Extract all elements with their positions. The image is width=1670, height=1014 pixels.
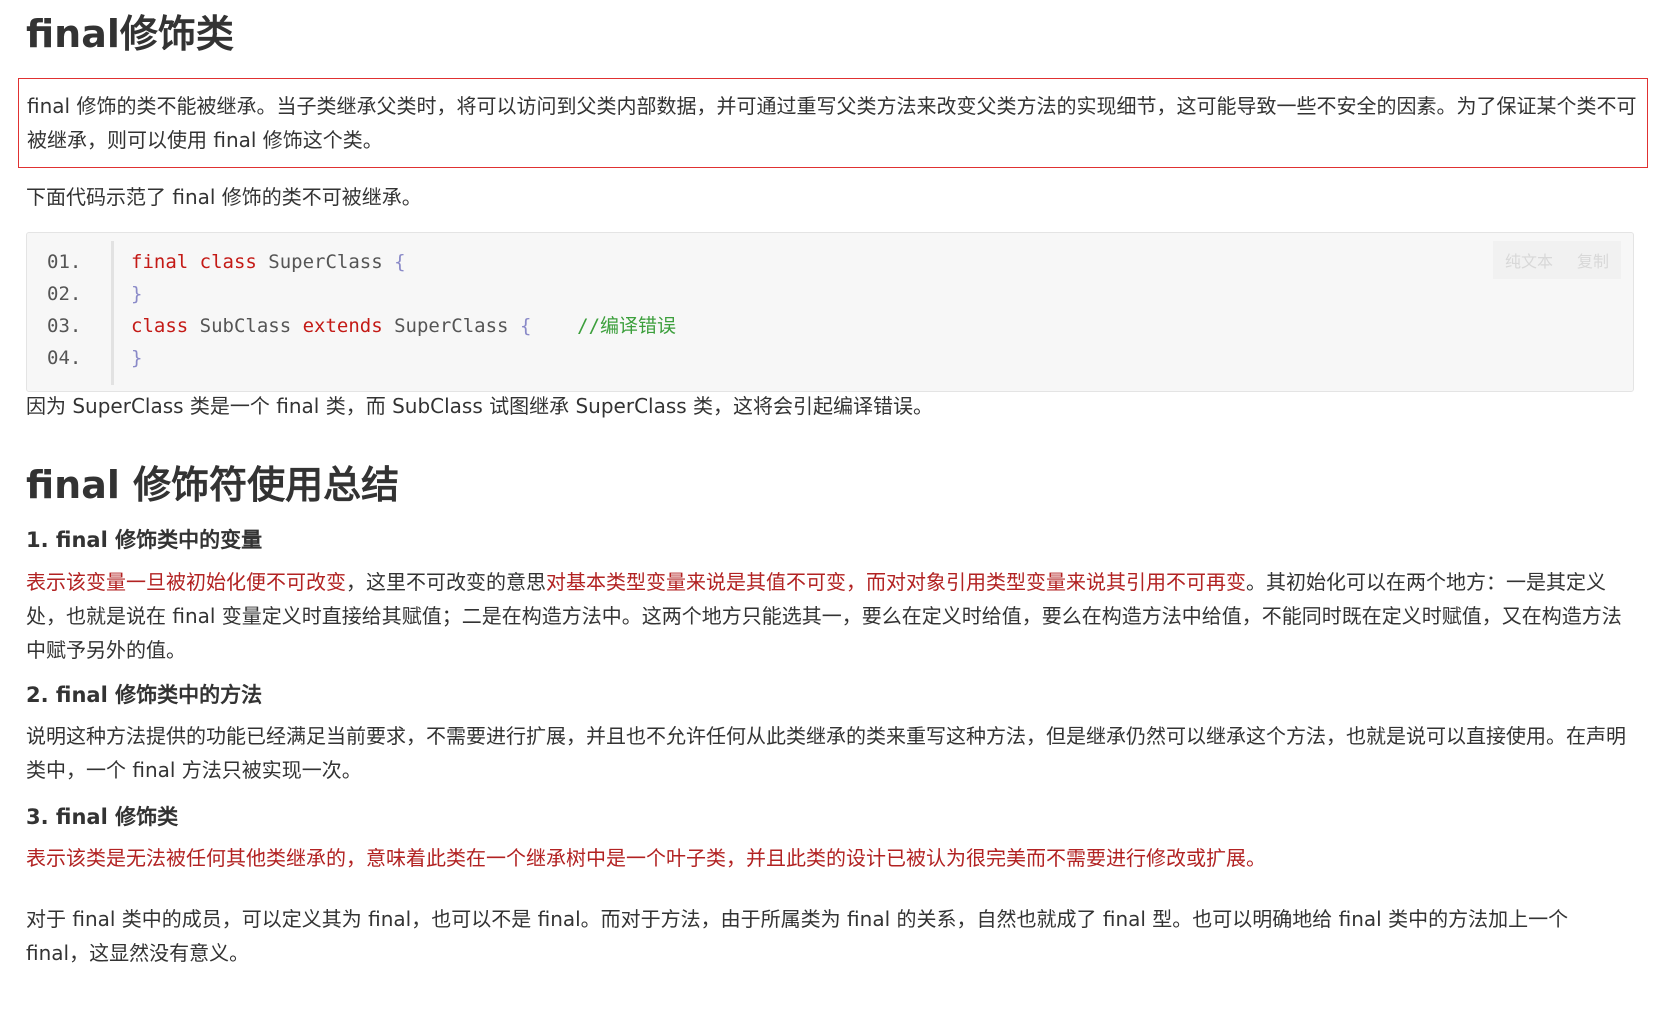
subheading-final-methods: 2. final 修饰类中的方法: [26, 683, 263, 707]
code-source: }: [131, 277, 142, 311]
line-number-gutter: [111, 241, 114, 385]
final-variables-paragraph: 表示该变量一旦被初始化便不可改变，这里不可改变的意思对基本类型变量来说是其值不可…: [26, 565, 1636, 667]
line-number: 03.: [47, 315, 82, 337]
code-source: }: [131, 341, 142, 375]
code-source: final class SuperClass {: [131, 245, 406, 279]
code-comment: //编译错误: [577, 315, 677, 337]
highlight-note-box: final 修饰的类不能被继承。当子类继承父类时，将可以访问到父类内部数据，并可…: [18, 78, 1648, 168]
line-number: 02.: [47, 283, 82, 305]
code-brace: }: [131, 347, 143, 369]
code-token: SubClass: [188, 315, 303, 337]
code-keyword: class: [131, 315, 189, 337]
code-intro-text: 下面代码示范了 final 修饰的类不可被继承。: [26, 185, 422, 209]
code-brace: }: [131, 283, 143, 305]
code-toolbar: 纯文本 复制: [1493, 241, 1621, 279]
section-title-final-class: final修饰类: [26, 12, 234, 56]
final-methods-paragraph: 说明这种方法提供的功能已经满足当前要求，不需要进行扩展，并且也不允许任何从此类继…: [26, 724, 1626, 782]
line-number: 04.: [47, 347, 82, 369]
code-brace: {: [394, 251, 406, 273]
code-token: SuperClass: [256, 251, 395, 273]
code-block: 纯文本 复制 01. final class SuperClass {02.} 03…: [26, 232, 1634, 392]
code-brace: {: [519, 315, 532, 337]
final-class-paragraph: 表示该类是无法被任何其他类继承的，意味着此类在一个继承树中是一个叶子类，并且此类…: [26, 846, 1266, 870]
final-members-paragraph: 对于 final 类中的成员，可以定义其为 final，也可以不是 final。…: [26, 907, 1569, 965]
line-number: 01.: [47, 251, 82, 273]
subheading-final-class: 3. final 修饰类: [26, 805, 179, 829]
code-keyword: final: [131, 251, 189, 273]
article-page: final修饰类 final 修饰的类不能被继承。当子类继承父类时，将可以访问到…: [0, 0, 1670, 1014]
code-token: SuperClass: [382, 315, 520, 337]
code-explanation-text: 因为 SuperClass 类是一个 final 类，而 SubClass 试图…: [26, 394, 934, 418]
plain-text-button[interactable]: 纯文本: [1505, 248, 1553, 272]
red-emphasis-text: 表示该变量一旦被初始化便不可改变: [26, 570, 346, 594]
code-keyword: class: [199, 251, 257, 273]
code-keyword: extends: [302, 315, 383, 337]
copy-button[interactable]: 复制: [1577, 248, 1609, 272]
section-title-final-summary: final 修饰符使用总结: [26, 463, 400, 507]
code-source: class SubClass extends SuperClass { //编译…: [131, 309, 676, 343]
subheading-final-variables: 1. final 修饰类中的变量: [26, 528, 263, 552]
red-emphasis-text: 对基本类型变量来说是其值不可变，而对对象引用类型变量来说其引用不可再变: [546, 570, 1246, 594]
body-text: ，这里不可改变的意思: [346, 570, 546, 594]
